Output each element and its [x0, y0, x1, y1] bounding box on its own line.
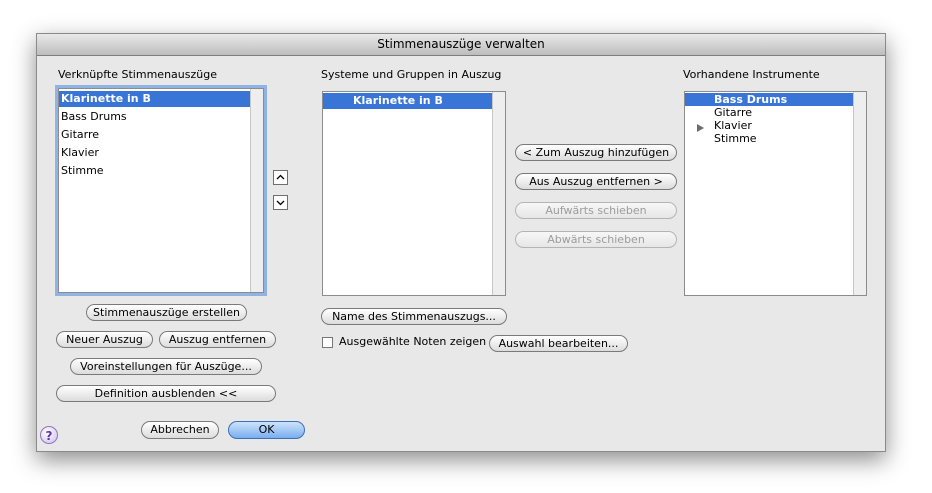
show-selected-notes-checkbox[interactable]	[322, 337, 333, 348]
remove-part-button[interactable]: Auszug entfernen	[159, 331, 276, 348]
list-item[interactable]: Stimme	[685, 132, 757, 145]
list-scrollbar[interactable]	[250, 89, 263, 292]
list-item[interactable]: Gitarre	[59, 127, 99, 143]
cancel-button[interactable]: Abbrechen	[141, 421, 219, 439]
move-down-button[interactable]	[273, 195, 288, 210]
list-item[interactable]: Bass Drums	[685, 93, 853, 106]
move-up-button[interactable]	[273, 170, 288, 185]
create-parts-button[interactable]: Stimmenauszüge erstellen	[86, 304, 247, 321]
move-down-action-button[interactable]: Abwärts schieben	[515, 231, 677, 248]
dialog-window: Stimmenauszüge verwalten Verknüpfte Stim…	[36, 33, 886, 452]
list-item[interactable]: Klarinette in B	[323, 93, 492, 109]
remove-from-part-button[interactable]: Aus Auszug entfernen >	[515, 173, 677, 190]
staves-groups-list[interactable]: Klarinette in B	[322, 91, 506, 296]
list-item[interactable]: Bass Drums	[59, 109, 127, 125]
available-instruments-heading: Vorhandene Instrumente	[683, 68, 820, 81]
list-item[interactable]: Klavier	[59, 145, 99, 161]
list-item[interactable]: Gitarre	[685, 106, 752, 119]
help-icon[interactable]: ?	[40, 426, 58, 444]
ok-button[interactable]: OK	[228, 421, 305, 439]
linked-parts-heading: Verknüpfte Stimmenauszüge	[58, 68, 217, 81]
list-item[interactable]: Klavier	[685, 119, 752, 132]
hide-definition-button[interactable]: Definition ausblenden <<	[56, 385, 276, 402]
chevron-up-icon	[276, 174, 285, 180]
window-title: Stimmenauszüge verwalten	[37, 34, 885, 56]
list-scrollbar[interactable]	[853, 92, 866, 295]
edit-selection-button[interactable]: Auswahl bearbeiten...	[489, 335, 628, 352]
list-item[interactable]: Stimme	[59, 163, 104, 179]
move-up-action-button[interactable]: Aufwärts schieben	[515, 202, 677, 219]
part-name-button[interactable]: Name des Stimmenauszugs...	[321, 308, 507, 325]
available-instruments-list[interactable]: Bass Drums Gitarre Klavier Stimme	[684, 91, 867, 296]
part-preferences-button[interactable]: Voreinstellungen für Auszüge...	[70, 358, 262, 375]
show-selected-notes-label: Ausgewählte Noten zeigen	[339, 335, 487, 348]
staves-groups-heading: Systeme und Gruppen in Auszug	[321, 68, 502, 81]
linked-parts-list[interactable]: Klarinette in B Bass Drums Gitarre Klavi…	[58, 88, 264, 293]
add-to-part-button[interactable]: < Zum Auszug hinzufügen	[515, 144, 677, 161]
list-item[interactable]: Klarinette in B	[59, 91, 252, 107]
new-part-button[interactable]: Neuer Auszug	[56, 331, 153, 348]
chevron-down-icon	[276, 200, 285, 206]
list-scrollbar[interactable]	[492, 92, 505, 295]
